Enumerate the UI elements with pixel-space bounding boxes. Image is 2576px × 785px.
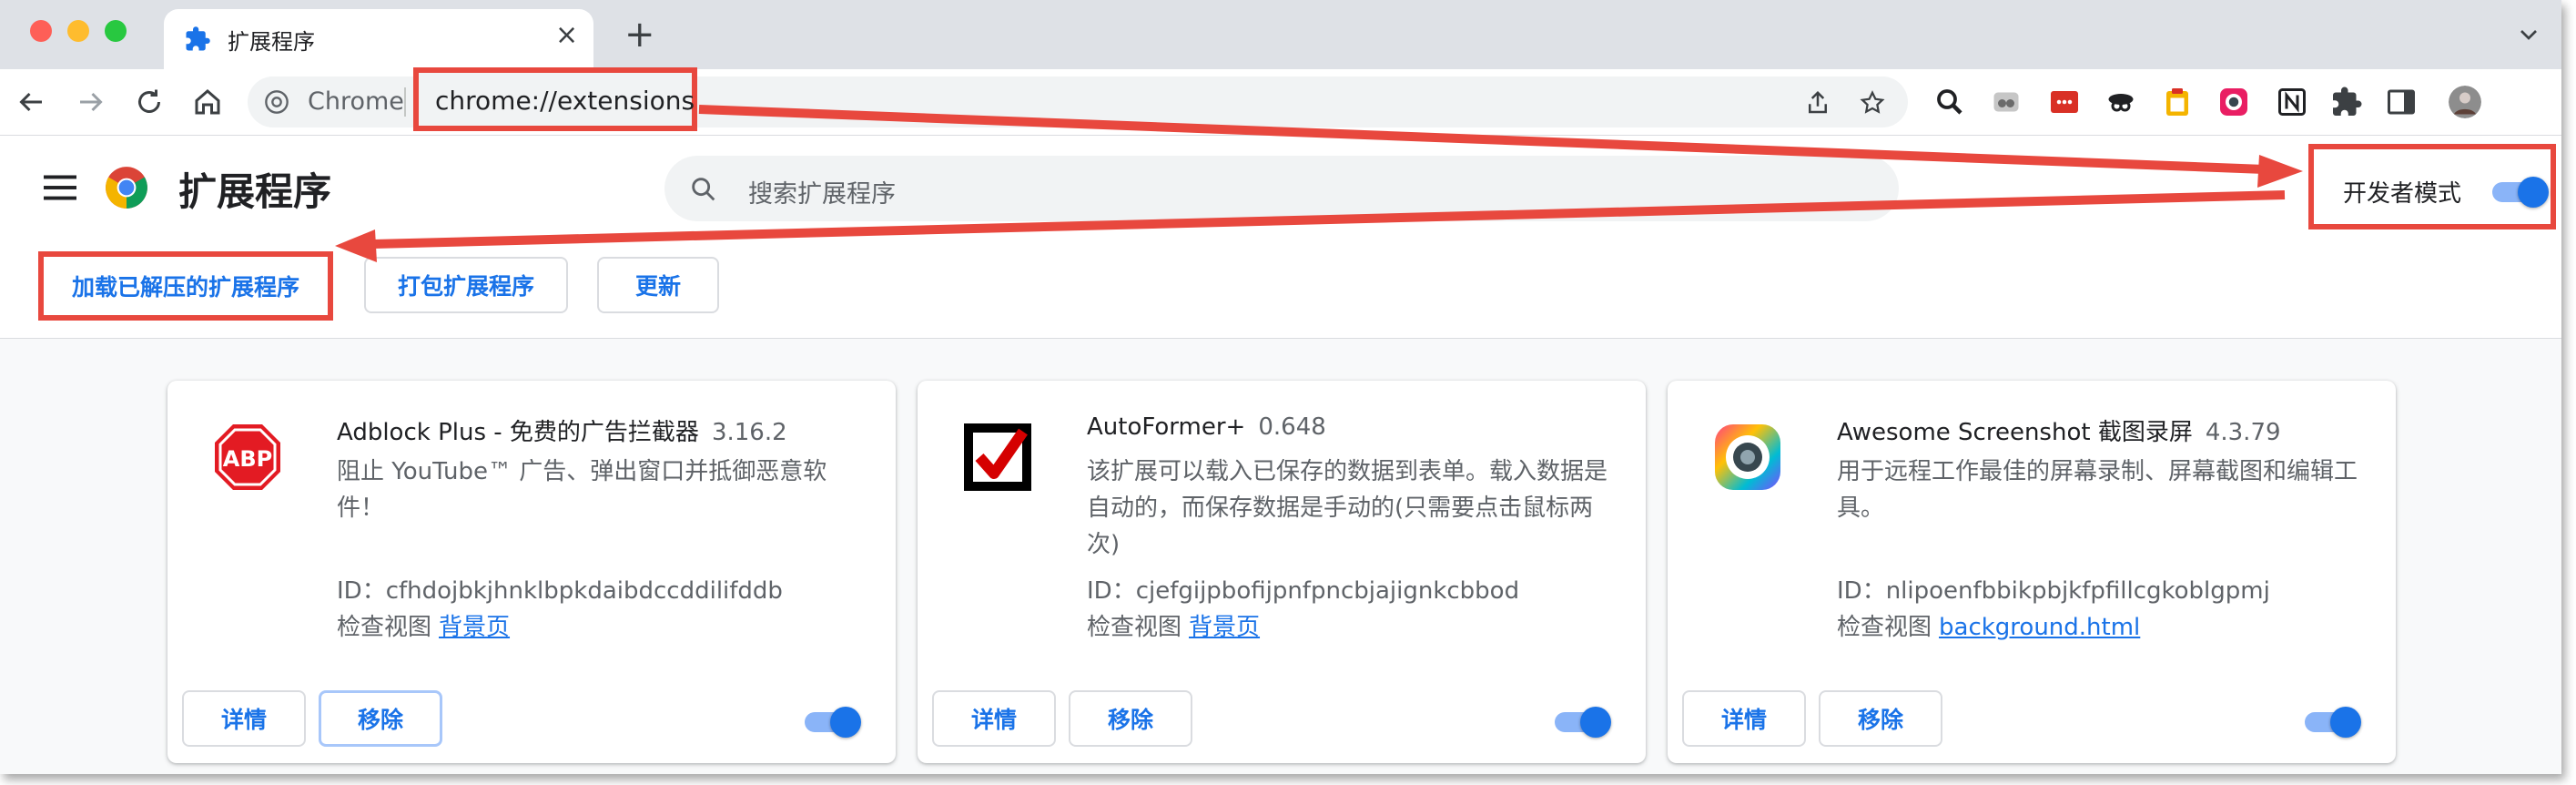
extensions-list: ABP Adblock Plus - 免费的广告拦截器 3.16.2 阻止 You…	[0, 339, 2561, 774]
extension-card: AutoFormer+ 0.648 该扩展可以载入已保存的数据到表单。载入数据是自…	[918, 381, 1646, 763]
extension-card: Awesome Screenshot 截图录屏 4.3.79 用于远程工作最佳的屏…	[1668, 381, 2396, 763]
avatar[interactable]	[2449, 86, 2481, 118]
extension-version: 0.648	[1258, 413, 1326, 441]
background-page-link[interactable]: background.html	[1939, 614, 2140, 641]
remove-button[interactable]: 移除	[1069, 690, 1192, 747]
dots-extension-icon[interactable]	[2048, 86, 2081, 118]
toggle-knob	[1580, 707, 1611, 738]
url-text[interactable]: chrome://extensions	[435, 86, 695, 116]
extension-version: 3.16.2	[711, 419, 787, 446]
magnifier-extension-icon[interactable]	[1933, 86, 1966, 118]
extension-version: 4.3.79	[2205, 419, 2281, 446]
awesome-screenshot-icon	[1715, 424, 1780, 490]
spy-extension-icon[interactable]	[2104, 86, 2137, 118]
search-icon	[692, 178, 715, 201]
update-button[interactable]: 更新	[597, 257, 719, 313]
extension-enable-toggle[interactable]	[2305, 707, 2361, 738]
reload-icon[interactable]	[133, 86, 166, 118]
omnibox-divider	[404, 87, 406, 117]
search-placeholder: 搜索扩展程序	[748, 180, 896, 209]
background-page-link[interactable]: 背景页	[1189, 614, 1260, 641]
extension-title: Awesome Screenshot 截图录屏	[1837, 419, 2193, 446]
notion-extension-icon[interactable]	[2276, 86, 2308, 118]
extension-id: ID：nlipoenfbbikpbjkfpfillcgkoblgpmj	[1837, 577, 2270, 605]
glasses-extension-icon[interactable]	[1990, 86, 2023, 118]
toggle-knob	[2518, 177, 2549, 208]
inspect-views: 检查视图 background.html	[1837, 608, 2140, 642]
extension-name: Awesome Screenshot 截图录屏 4.3.79	[1837, 413, 2281, 447]
toolbar: Chrome	[0, 69, 2561, 136]
inspect-views: 检查视图 背景页	[337, 608, 510, 642]
puzzle-icon[interactable]	[2330, 86, 2363, 118]
svg-text:ABP: ABP	[223, 446, 272, 472]
back-icon[interactable]	[15, 86, 47, 118]
extension-name: AutoFormer+ 0.648	[1087, 413, 1326, 441]
extension-id: ID：cfhdojbkjhnklbpkdaibdccddilifddb	[337, 577, 783, 605]
new-tab-button[interactable]: +	[624, 16, 655, 53]
search-input[interactable]: 搜索扩展程序	[664, 156, 1899, 221]
tab-close-icon[interactable]: ×	[555, 22, 578, 49]
extension-title: Adblock Plus - 免费的广告拦截器	[337, 419, 699, 446]
extension-name: Adblock Plus - 免费的广告拦截器 3.16.2	[337, 413, 787, 447]
extension-card: ABP Adblock Plus - 免费的广告拦截器 3.16.2 阻止 You…	[167, 381, 896, 763]
extension-description: 该扩展可以载入已保存的数据到表单。载入数据是自动的，而保存数据是手动的(只需要点…	[1087, 458, 1608, 558]
extension-description: 阻止 YouTube™ 广告、弹出窗口并抵御恶意软件！	[337, 458, 827, 522]
share-icon[interactable]	[1804, 89, 1831, 117]
details-button[interactable]: 详情	[182, 690, 306, 747]
url-highlight[interactable]: chrome://extensions	[413, 67, 697, 131]
close-window-button[interactable]	[30, 20, 52, 42]
remove-button[interactable]: 移除	[1819, 690, 1942, 747]
bookmark-star-icon[interactable]	[1859, 89, 1886, 117]
chevron-down-icon[interactable]	[2514, 20, 2543, 49]
chrome-chip-label: Chrome	[308, 87, 404, 116]
extension-enable-toggle[interactable]	[1555, 707, 1611, 738]
toggle-knob	[2330, 707, 2361, 738]
details-button[interactable]: 详情	[932, 690, 1056, 747]
toggle-knob	[830, 707, 861, 738]
autoformer-checkbox-icon	[964, 423, 1031, 491]
clipboard-extension-icon[interactable]	[2161, 86, 2194, 118]
screenshot-extension-icon[interactable]	[2217, 86, 2250, 118]
remove-button[interactable]: 移除	[319, 690, 442, 747]
inspect-views-label: 检查视图	[1837, 614, 1932, 641]
extension-title: AutoFormer+	[1087, 413, 1246, 441]
minimize-window-button[interactable]	[67, 20, 89, 42]
side-panel-icon[interactable]	[2385, 86, 2418, 118]
extension-description: 用于远程工作最佳的屏幕录制、屏幕截图和编辑工具。	[1837, 458, 2358, 522]
page-title: 扩展程序	[178, 169, 332, 214]
background-page-link[interactable]: 背景页	[439, 614, 510, 641]
tab-strip: 扩展程序 × +	[0, 0, 2561, 69]
puzzle-icon	[186, 26, 210, 51]
extensions-header: 扩展程序 搜索扩展程序 打包扩展程序 更新	[0, 136, 2561, 339]
zoom-window-button[interactable]	[105, 20, 127, 42]
chrome-chip-icon	[265, 90, 289, 114]
chrome-logo-icon	[106, 167, 147, 209]
extension-id: ID：cjefgijpbofijpnfpncbjajignkcbbod	[1087, 577, 1520, 605]
developer-mode-highlight: 开发者模式	[2308, 144, 2556, 229]
pack-extension-button[interactable]: 打包扩展程序	[364, 257, 568, 313]
details-button[interactable]: 详情	[1682, 690, 1806, 747]
browser-window: 扩展程序 × + Chrome chrome://extensions 扩展程序…	[0, 0, 2561, 774]
tab-extensions[interactable]: 扩展程序 ×	[164, 9, 593, 69]
forward-icon[interactable]	[75, 86, 107, 118]
inspect-views: 检查视图 背景页	[1087, 608, 1260, 642]
inspect-views-label: 检查视图	[337, 614, 432, 641]
developer-mode-label: 开发者模式	[2343, 180, 2462, 208]
adblock-plus-icon: ABP	[215, 424, 280, 490]
home-icon[interactable]	[191, 86, 224, 118]
extension-enable-toggle[interactable]	[805, 707, 861, 738]
load-unpacked-button[interactable]: 加载已解压的扩展程序	[38, 251, 333, 321]
developer-mode-toggle[interactable]	[2492, 177, 2549, 208]
tab-title: 扩展程序	[228, 29, 315, 55]
inspect-views-label: 检查视图	[1087, 614, 1182, 641]
menu-icon[interactable]	[44, 174, 76, 201]
